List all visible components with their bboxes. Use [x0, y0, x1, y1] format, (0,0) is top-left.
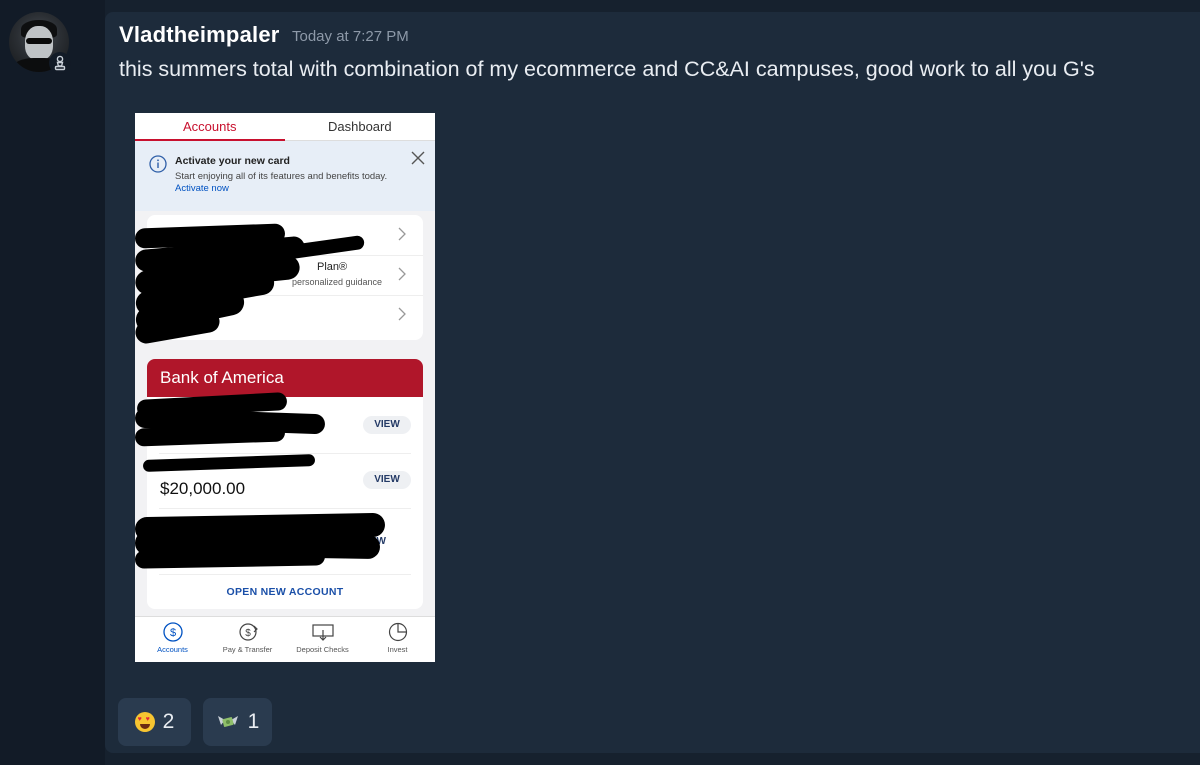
reaction-money-wings[interactable]: 1 — [203, 698, 272, 746]
chevron-right-icon — [398, 267, 406, 281]
svg-text:$: $ — [245, 628, 251, 639]
tab-accounts: Accounts — [183, 119, 237, 134]
chess-pawn-icon — [49, 52, 71, 74]
bank-card-header: Bank of America — [147, 359, 423, 397]
pie-chart-icon — [388, 622, 407, 642]
banner-body: Start enjoying all of its features and b… — [175, 171, 405, 194]
view-button: VIEW — [363, 416, 411, 434]
app-tabs: Accounts Dashboard — [135, 113, 435, 141]
reaction-count: 2 — [162, 710, 175, 733]
bank-card-title: Bank of America — [160, 368, 284, 387]
reaction-count: 1 — [247, 710, 260, 733]
money-wings-emoji — [217, 716, 238, 727]
banner-body-text: Start enjoying all of its features and b… — [175, 171, 388, 182]
close-icon — [411, 151, 425, 165]
attachment-image[interactable]: Accounts Dashboard Activate your new car… — [135, 113, 435, 662]
banner-title: Activate your new card — [175, 155, 290, 167]
check-deposit-icon — [311, 624, 334, 641]
bottom-nav: $ Accounts $ Pay & Transfer Deposit Chec… — [135, 616, 435, 662]
chevron-right-icon — [398, 307, 406, 321]
nav-label: Accounts — [157, 645, 188, 654]
transfer-icon: $ — [238, 623, 258, 641]
nav-item-accounts: $ Accounts — [135, 621, 210, 654]
message-text: this summers total with combination of m… — [119, 57, 1095, 81]
tab-dashboard: Dashboard — [328, 119, 392, 134]
nav-item-pay-transfer: $ Pay & Transfer — [210, 621, 285, 654]
message-timestamp: Today at 7:27 PM — [292, 28, 409, 45]
info-icon — [149, 155, 167, 173]
nav-label: Pay & Transfer — [222, 645, 273, 654]
nav-item-deposit-checks: Deposit Checks — [285, 621, 360, 654]
svg-text:$: $ — [169, 627, 175, 639]
nav-item-invest: Invest — [360, 621, 435, 654]
plan-text-fragment: Plan® — [317, 261, 348, 273]
message-author[interactable]: Vladtheimpaler — [119, 22, 280, 48]
heart-eyes-emoji: ♥ ♥ — [134, 712, 155, 732]
redaction-mark — [135, 547, 326, 569]
nav-label: Invest — [387, 645, 408, 654]
view-button: VIEW — [363, 471, 411, 489]
left-gutter — [0, 0, 105, 765]
chevron-right-icon — [398, 227, 406, 241]
dollar-circle-icon: $ — [162, 622, 183, 642]
reaction-heart-eyes[interactable]: ♥ ♥ 2 — [118, 698, 191, 746]
plan-subtext-fragment: personalized guidance — [292, 277, 383, 287]
nav-label: Deposit Checks — [296, 645, 349, 654]
account-balance: $20,000.00 — [160, 479, 246, 498]
activate-now-link: Activate now — [175, 182, 229, 194]
open-new-account-link: OPEN NEW ACCOUNT — [226, 586, 344, 598]
activate-card-banner: Activate your new card Start enjoying al… — [135, 141, 435, 211]
